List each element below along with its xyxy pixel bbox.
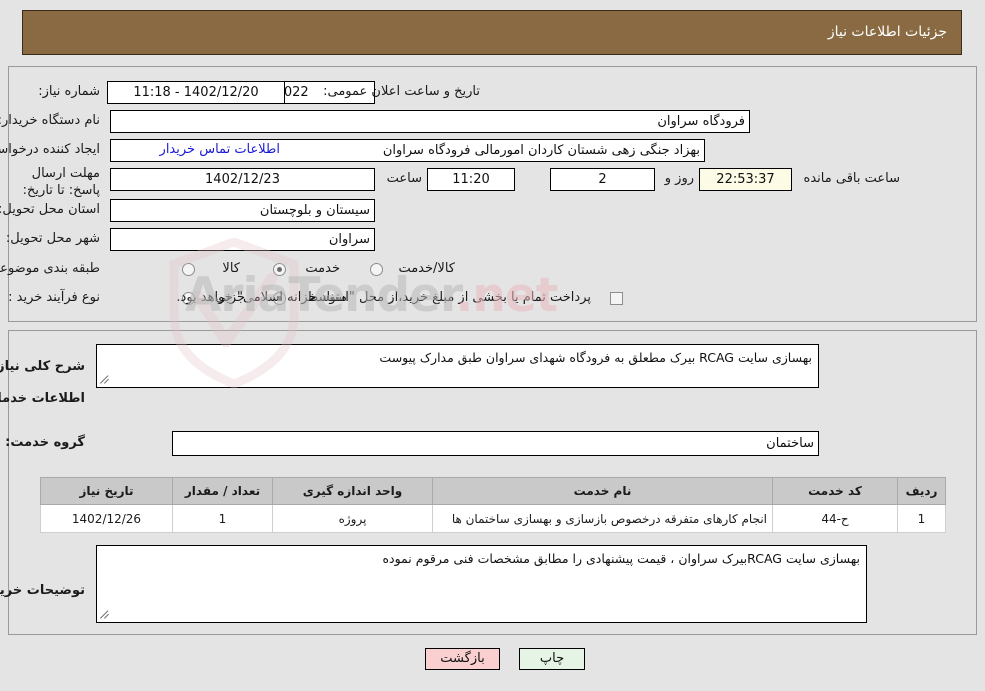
cell-service-code: ح-44 [772,504,898,533]
province-value: سیستان و بلوچستان [110,199,375,222]
service-group-value: ساختمان [172,431,819,456]
col-header-need-date: تاریخ نیاز [40,477,173,505]
resize-grip-icon[interactable] [100,375,110,385]
general-desc-textarea[interactable]: بهسازی سایت RCAG بیرک مطعلق به فرودگاه ش… [96,344,819,388]
buyer-org-value: فرودگاه سراوان [110,110,750,133]
col-header-row-no: ردیف [897,477,946,505]
cell-need-date: 1402/12/26 [40,504,173,533]
radio-category-goods-label: کالا [222,261,240,276]
deadline-label: مهلت ارسال پاسخ: تا تاریخ: [22,166,100,198]
process-label: نوع فرآیند خرید : [8,290,100,305]
table-header-row: ردیف کد خدمت نام خدمت واحد اندازه گیری ت… [40,477,946,505]
buyer-notes-textarea[interactable]: بهسازی سایت RCAGبیرک سراوان ، قیمت پیشنه… [96,545,867,623]
resize-grip-icon[interactable] [100,610,110,620]
remaining-clock-value: 22:53:37 [699,168,792,191]
remaining-days-value: 2 [550,168,655,191]
col-header-unit: واحد اندازه گیری [272,477,433,505]
col-header-service-name: نام خدمت [432,477,773,505]
announce-datetime-label: تاریخ و ساعت اعلان عمومی: [323,84,480,99]
page-title: جزئیات اطلاعات نیاز [827,24,947,40]
deadline-time-value: 11:20 [427,168,515,191]
general-desc-value: بهسازی سایت RCAG بیرک مطعلق به فرودگاه ش… [379,350,812,365]
treasury-bond-note: پرداخت تمام یا بخشی از مبلغ خرید،از محل … [176,290,591,305]
cell-service-name: انجام کارهای متفرقه درخصوص بازسازی و بهس… [432,504,773,533]
announce-datetime-value: 1402/12/20 - 11:18 [107,81,285,104]
city-value: سراوان [110,228,375,251]
general-desc-label: شرح کلی نیاز: [0,359,85,374]
need-number-label: شماره نیاز: [38,84,100,99]
radio-category-service[interactable] [273,263,286,276]
services-table: ردیف کد خدمت نام خدمت واحد اندازه گیری ت… [40,477,946,533]
need-info-panel [8,66,977,322]
page-root: AriaTender.net جزئیات اطلاعات نیاز شماره… [0,0,985,691]
services-section-title: اطلاعات خدمات مورد نیاز [0,391,85,406]
city-label: شهر محل تحویل: [5,231,100,246]
page-header-bar: جزئیات اطلاعات نیاز [22,10,962,55]
remaining-suffix-label: ساعت باقی مانده [803,171,900,186]
province-label: استان محل تحویل: [0,202,100,217]
radio-category-goods-service-label: کالا/خدمت [398,261,455,276]
requester-label: ایجاد کننده درخواست: [0,142,100,157]
deadline-time-label: ساعت [386,171,422,186]
print-button[interactable]: چاپ [519,648,585,670]
buyer-contact-link[interactable]: اطلاعات تماس خریدار [160,142,280,157]
buyer-notes-label: توضیحات خریدار: [0,583,85,598]
cell-row-no: 1 [897,504,946,533]
col-header-quantity: تعداد / مقدار [172,477,273,505]
cell-unit: پروژه [272,504,433,533]
radio-category-goods[interactable] [182,263,195,276]
category-label: طبقه بندی موضوعی: [0,261,100,276]
treasury-bond-checkbox[interactable] [610,292,623,305]
cell-quantity: 1 [172,504,273,533]
table-row: 1 ح-44 انجام کارهای متفرقه درخصوص بازساز… [40,504,946,533]
col-header-service-code: کد خدمت [772,477,898,505]
buyer-org-label: نام دستگاه خریدار: [0,113,100,128]
back-button[interactable]: بازگشت [425,648,500,670]
radio-category-goods-service[interactable] [370,263,383,276]
service-group-label: گروه خدمت: [5,435,85,450]
deadline-date-value: 1402/12/23 [110,168,375,191]
buyer-notes-value: بهسازی سایت RCAGبیرک سراوان ، قیمت پیشنه… [382,551,860,566]
radio-category-service-label: خدمت [305,261,340,276]
remaining-days-label: روز و [664,171,694,186]
